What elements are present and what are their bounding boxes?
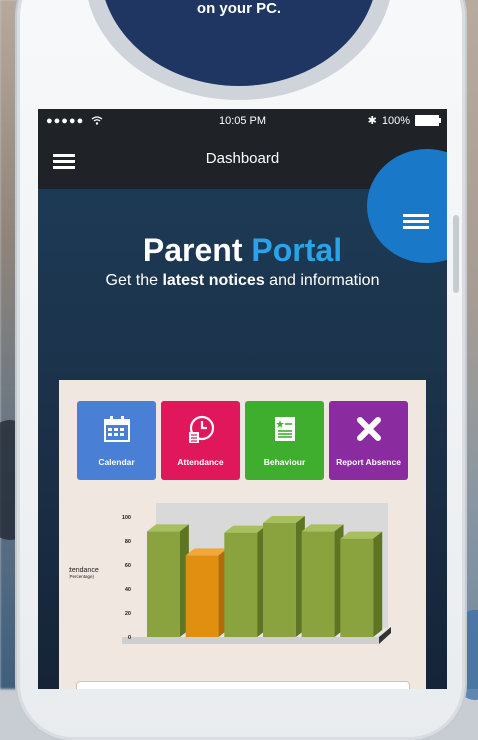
y-tick-label: 0: [128, 635, 131, 641]
bar: [224, 532, 258, 637]
dashboard-card: Calendar Attendance Behaviour Report Abs…: [59, 380, 426, 689]
hero-title: Parent Portal: [38, 232, 447, 269]
star-document-icon: [245, 415, 324, 448]
hero-subtitle-pre: Get the: [105, 272, 158, 289]
tile-attendance[interactable]: Attendance: [161, 401, 240, 480]
hero-subtitle-bold: latest notices: [162, 272, 265, 289]
x-icon: [329, 415, 408, 448]
bar: [185, 555, 219, 637]
battery-percent: 100%: [381, 114, 410, 127]
y-tick-label: 60: [125, 563, 131, 569]
bar: [263, 523, 296, 637]
tile-calendar[interactable]: Calendar: [77, 401, 156, 480]
promo-text: on your PC.: [196, 0, 282, 17]
attendance-chart-svg: 0 20 40 60 80 100 Attendance(Percentage): [63, 503, 391, 644]
y-axis-label: Attendance: [69, 567, 99, 574]
bar: [301, 531, 335, 637]
hero-title-part2: Portal: [251, 232, 343, 268]
tile-label: Attendance: [177, 457, 224, 467]
bar: [147, 531, 180, 637]
phone-screen: ●●●●● 10:05 PM ✱ 100% Dashboard Parent P…: [38, 109, 447, 689]
tile-label: Report Absence: [336, 457, 401, 467]
status-right: ✱ 100%: [367, 114, 441, 127]
y-tick-label: 20: [125, 611, 131, 617]
tile-row: Calendar Attendance Behaviour Report Abs…: [77, 401, 408, 480]
y-tick-label: 40: [125, 587, 131, 593]
phone-side-button: [453, 215, 459, 293]
y-axis-sublabel: (Percentage): [69, 574, 95, 579]
dashboard-content: Parent Portal Get the latest notices and…: [38, 149, 447, 689]
tile-label: Calendar: [98, 457, 135, 467]
status-bar: ●●●●● 10:05 PM ✱ 100%: [38, 109, 447, 133]
notice-box[interactable]: [76, 681, 410, 689]
tile-behaviour[interactable]: Behaviour: [245, 401, 324, 480]
hero-title-part1: Parent: [142, 232, 243, 268]
y-tick-label: 100: [122, 515, 131, 521]
battery-icon: [415, 115, 441, 126]
hamburger-icon[interactable]: [403, 214, 429, 229]
calendar-icon: [77, 415, 156, 448]
tile-report-absence[interactable]: Report Absence: [329, 401, 408, 480]
bluetooth-icon: ✱: [367, 115, 377, 127]
y-tick-label: 80: [125, 539, 131, 545]
tile-label: Behaviour: [263, 457, 306, 467]
attendance-chart: 0 20 40 60 80 100 Attendance(Percentage): [63, 500, 419, 665]
bar: [340, 538, 374, 637]
bar-side: [373, 531, 383, 637]
hero-subtitle-post: and information: [269, 272, 380, 289]
clock-document-icon: [161, 415, 240, 450]
hero-subtitle: Get the latest notices and information: [38, 272, 447, 290]
